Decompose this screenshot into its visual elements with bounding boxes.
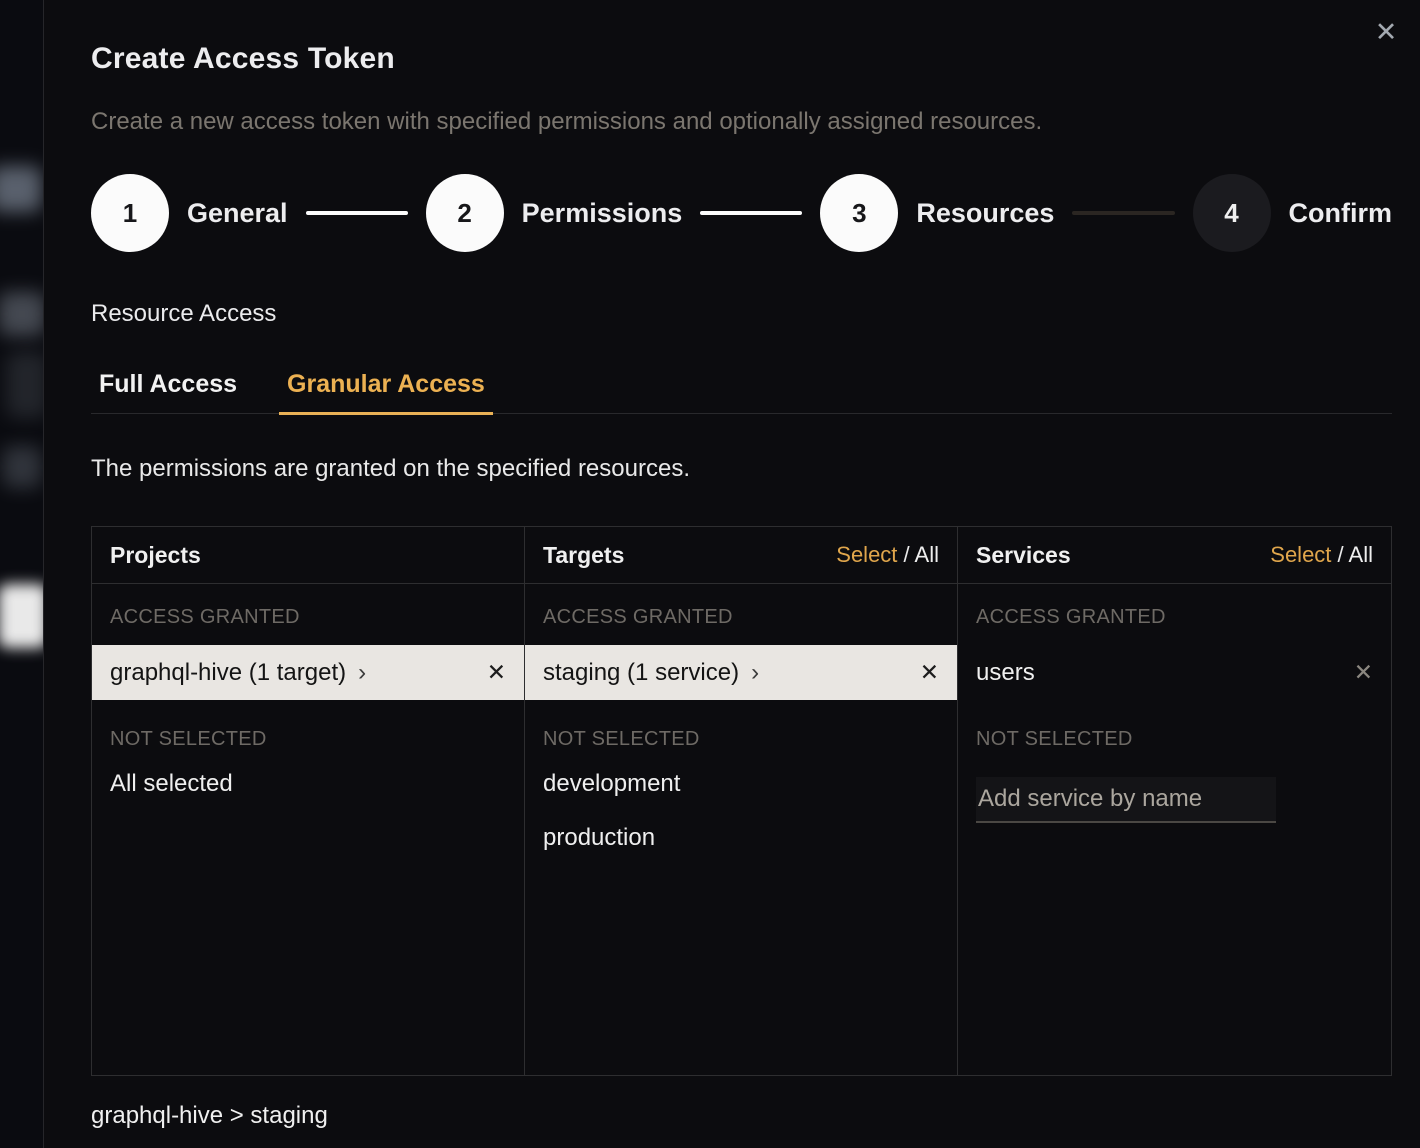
targets-header-label: Targets	[543, 542, 624, 569]
granted-project-label: graphql-hive (1 target)	[110, 659, 346, 687]
tab-granular-access[interactable]: Granular Access	[279, 370, 493, 415]
remove-service-icon[interactable]: ✕	[1354, 659, 1373, 686]
step-label-confirm: Confirm	[1289, 198, 1393, 229]
targets-not-selected-label: NOT SELECTED	[525, 700, 957, 751]
remove-target-icon[interactable]: ✕	[920, 659, 939, 686]
services-column-header: Services Select / All	[958, 527, 1391, 584]
granular-access-description: The permissions are granted on the speci…	[91, 455, 1392, 483]
step-label-general: General	[187, 198, 288, 229]
targets-column: Targets Select / All ACCESS GRANTED stag…	[525, 527, 958, 1075]
background-blur-shape	[0, 166, 42, 212]
add-service-input[interactable]	[976, 777, 1276, 823]
step-circle-confirm[interactable]: 4	[1193, 174, 1271, 252]
projects-header-label: Projects	[110, 542, 201, 569]
background-blur-shape	[0, 292, 43, 336]
projects-column: Projects ACCESS GRANTED graphql-hive (1 …	[92, 527, 525, 1075]
granted-target-row[interactable]: staging (1 service) › ✕	[525, 645, 957, 700]
step-circle-permissions[interactable]: 2	[426, 174, 504, 252]
background-page	[0, 0, 43, 1148]
modal-subtitle: Create a new access token with specified…	[91, 108, 1392, 136]
targets-all-link[interactable]: All	[915, 542, 939, 567]
granted-target-label: staging (1 service)	[543, 659, 739, 687]
granted-service-row[interactable]: users ✕	[958, 645, 1391, 700]
step-label-resources: Resources	[916, 198, 1054, 229]
targets-select-all: Select / All	[836, 542, 939, 568]
services-all-link[interactable]: All	[1349, 542, 1373, 567]
resource-selection-table: Projects ACCESS GRANTED graphql-hive (1 …	[91, 526, 1392, 1076]
services-header-label: Services	[976, 542, 1071, 569]
step-circle-general[interactable]: 1	[91, 174, 169, 252]
services-select-link[interactable]: Select	[1270, 542, 1331, 567]
step-connector	[306, 211, 408, 215]
create-access-token-modal: ✕ Create Access Token Create a new acces…	[43, 0, 1420, 1148]
targets-select-separator: /	[897, 542, 914, 567]
targets-select-link[interactable]: Select	[836, 542, 897, 567]
resource-access-heading: Resource Access	[91, 300, 1392, 328]
close-icon[interactable]: ✕	[1368, 14, 1404, 50]
page-title: Create Access Token	[91, 42, 1392, 76]
chevron-right-icon: ›	[358, 661, 366, 685]
tab-full-access[interactable]: Full Access	[91, 370, 245, 415]
step-label-permissions: Permissions	[522, 198, 683, 229]
services-access-granted-label: ACCESS GRANTED	[958, 584, 1391, 629]
granted-project-row[interactable]: graphql-hive (1 target) › ✕	[92, 645, 524, 700]
projects-access-granted-label: ACCESS GRANTED	[92, 584, 524, 629]
projects-not-selected-label: NOT SELECTED	[92, 700, 524, 751]
services-not-selected-label: NOT SELECTED	[958, 700, 1391, 751]
wizard-stepper: 1 General 2 Permissions 3 Resources 4 Co…	[91, 174, 1392, 252]
projects-column-header: Projects	[92, 527, 524, 584]
chevron-right-icon: ›	[751, 661, 759, 685]
step-circle-resources[interactable]: 3	[820, 174, 898, 252]
background-blur-shape	[6, 352, 43, 418]
step-connector	[700, 211, 802, 215]
services-select-all: Select / All	[1270, 542, 1373, 568]
background-blur-shape	[0, 584, 43, 648]
breadcrumb: graphql-hive > staging	[91, 1102, 1392, 1130]
projects-all-selected-note: All selected	[92, 757, 524, 811]
step-connector	[1072, 211, 1174, 215]
background-blur-shape	[2, 446, 42, 488]
services-select-separator: /	[1331, 542, 1348, 567]
targets-access-granted-label: ACCESS GRANTED	[525, 584, 957, 629]
granted-service-label: users	[976, 659, 1035, 687]
remove-project-icon[interactable]: ✕	[487, 659, 506, 686]
services-column: Services Select / All ACCESS GRANTED use…	[958, 527, 1391, 1075]
access-mode-tabs: Full Access Granular Access	[91, 370, 1392, 414]
target-option-development[interactable]: development	[525, 757, 957, 811]
targets-column-header: Targets Select / All	[525, 527, 957, 584]
target-option-production[interactable]: production	[525, 811, 957, 865]
